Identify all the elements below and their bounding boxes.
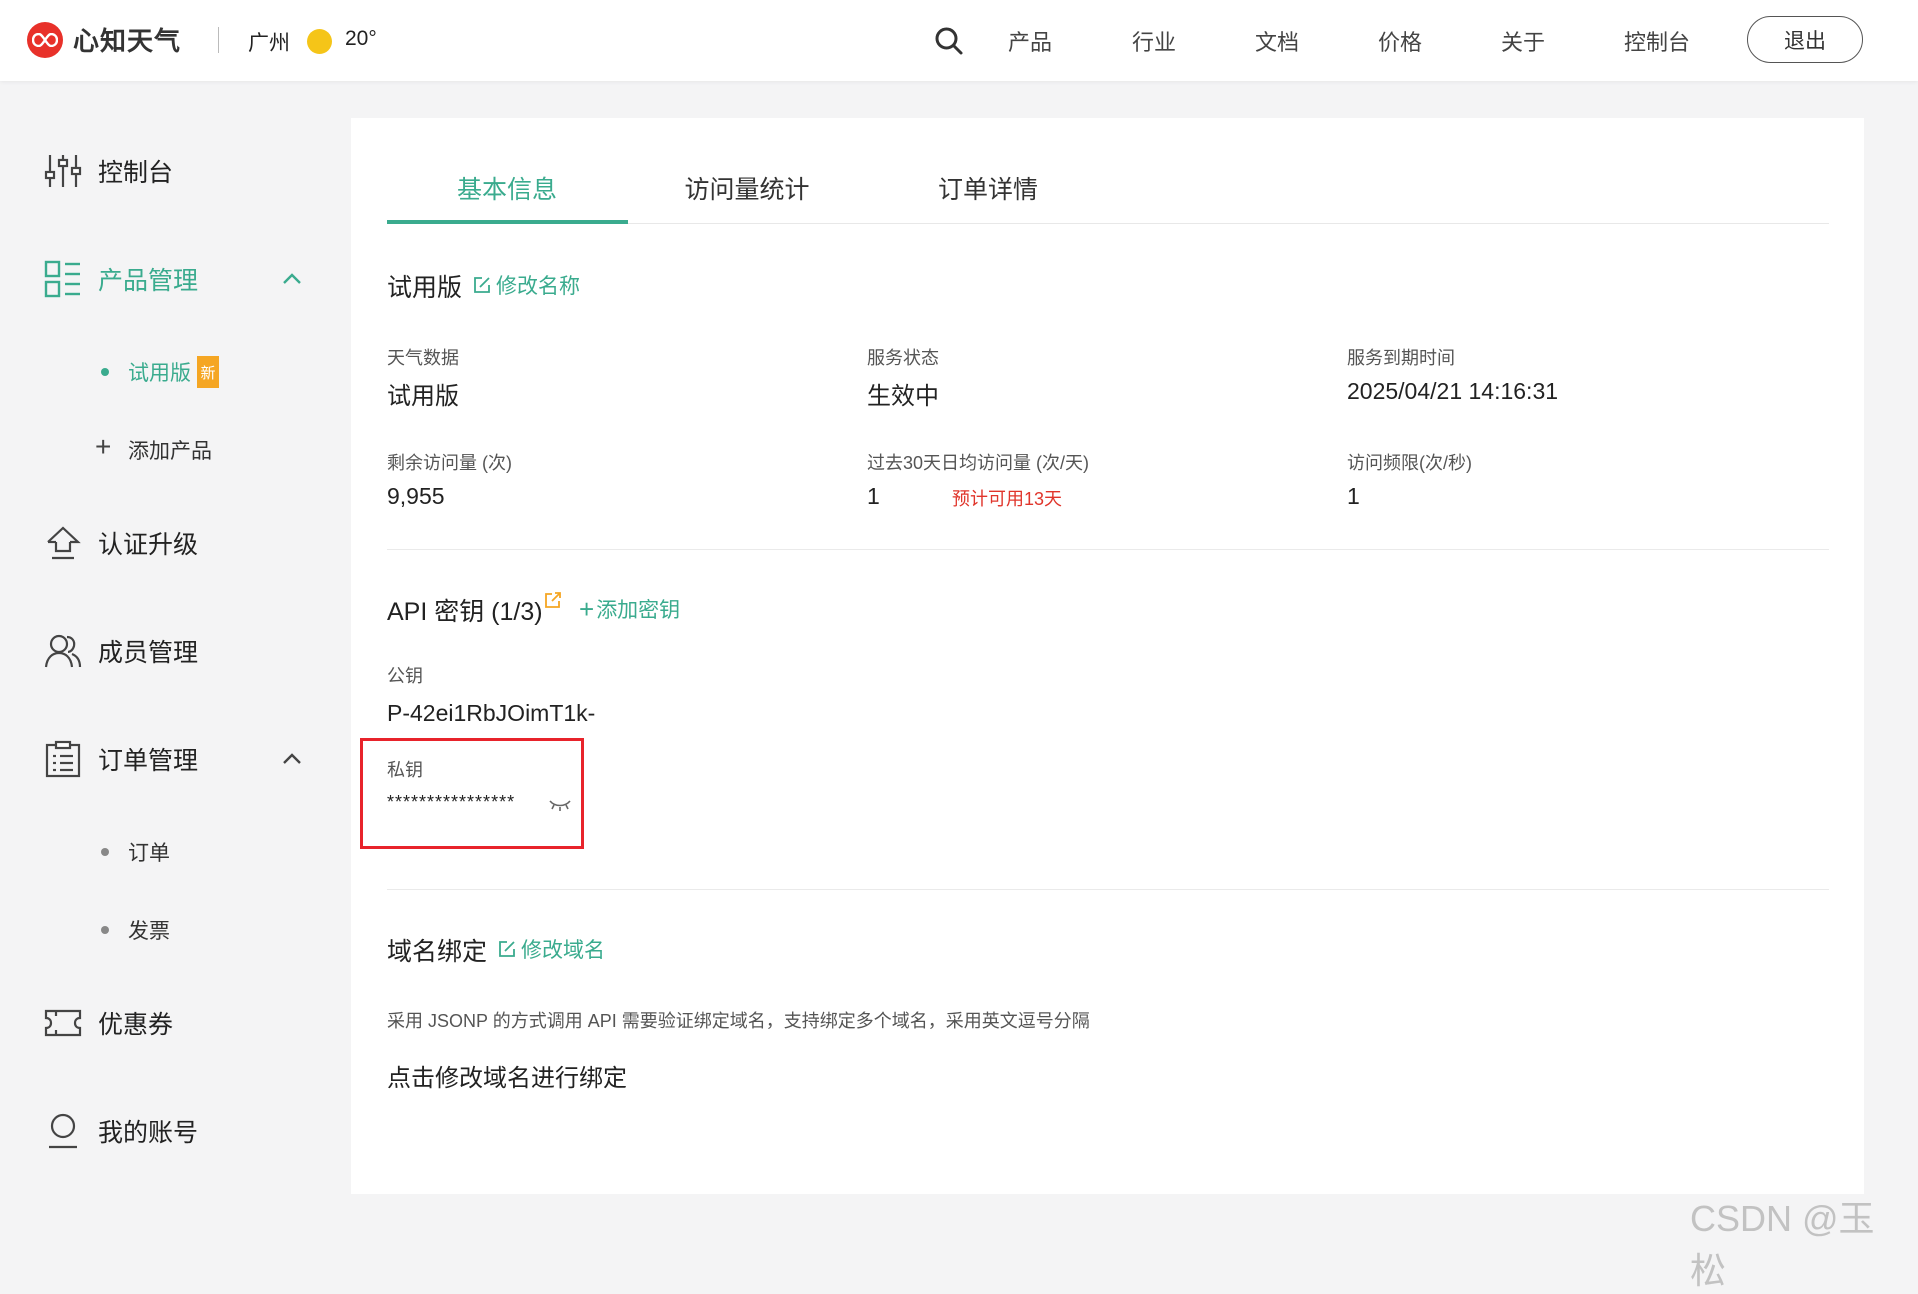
sidebar-subitem-label: 发票 xyxy=(128,920,170,943)
field-value: 试用版 xyxy=(387,383,459,410)
tab-bar: 基本信息 访问量统计 订单详情 xyxy=(387,158,1829,224)
brand[interactable]: 心知天气 xyxy=(27,21,181,58)
field-label: 过去30天日均访问量 (次/天) xyxy=(867,453,1090,473)
nav-industry[interactable]: 行业 xyxy=(1132,25,1176,57)
upload-icon xyxy=(47,526,81,560)
sidebar-item-members[interactable]: 成员管理 xyxy=(0,626,330,676)
rate-limit-value: 1 xyxy=(1347,483,1360,509)
rename-link-label: 修改名称 xyxy=(496,275,580,298)
domain-binding-title: 域名绑定 xyxy=(387,938,488,966)
brand-divider xyxy=(218,27,219,53)
field-label: 服务到期时间 xyxy=(1347,348,1455,368)
layout-grid-icon xyxy=(44,260,80,298)
logout-button[interactable]: 退出 xyxy=(1747,16,1863,63)
brand-name: 心知天气 xyxy=(73,26,182,56)
nav-pricing[interactable]: 价格 xyxy=(1378,25,1422,57)
sidebar-item-order-management[interactable]: 订单管理 xyxy=(0,734,330,784)
field-label: 服务状态 xyxy=(867,348,939,368)
service-status-value: 生效中 xyxy=(867,383,939,410)
domain-hint: 点击修改域名进行绑定 xyxy=(387,1065,627,1092)
bullet-dot xyxy=(101,926,109,934)
add-key-button[interactable]: + 添加密钥 xyxy=(579,594,680,624)
sidebar-subitem-label: 订单 xyxy=(128,842,170,865)
api-key-title: API 密钥 (1/3) xyxy=(387,598,543,626)
tab-basic-info[interactable]: 基本信息 xyxy=(387,170,627,206)
sidebar-subitem-invoices[interactable]: 发票 xyxy=(0,910,330,950)
remaining-calls-value: 9,955 xyxy=(387,483,445,509)
sidebar-item-label: 控制台 xyxy=(98,159,174,187)
estimated-days-note: 预计可用13天 xyxy=(952,489,1063,509)
divider xyxy=(387,549,1829,550)
sidebar-subitem-orders[interactable]: 订单 xyxy=(0,832,330,872)
main-panel: 基本信息 访问量统计 订单详情 试用版 修改名称 天气数据 试用版 服务状态 生… xyxy=(351,118,1864,1194)
new-badge: 新 xyxy=(197,356,219,388)
edit-domain-link[interactable]: 修改域名 xyxy=(497,934,605,964)
add-key-label: 添加密钥 xyxy=(596,599,681,622)
sidebar-subitem-label: 试用版 xyxy=(128,362,191,385)
expiry-time-value: 2025/04/21 14:16:31 xyxy=(1347,378,1559,404)
sidebar-item-label: 认证升级 xyxy=(98,531,199,559)
watermark: CSDN @玉 松 xyxy=(1690,1198,1875,1291)
chevron-up-icon[interactable] xyxy=(282,753,302,765)
sidebar-item-coupons[interactable]: 优惠券 xyxy=(0,998,330,1048)
sidebar-subitem-label: 添加产品 xyxy=(128,440,212,463)
brand-logo-icon xyxy=(27,21,63,58)
sidebar-subitem-add-product[interactable]: + 添加产品 xyxy=(0,430,330,470)
sidebar-item-label: 优惠券 xyxy=(98,1011,174,1039)
nav-products[interactable]: 产品 xyxy=(1008,25,1052,57)
domain-description: 采用 JSONP 的方式调用 API 需要验证绑定域名，支持绑定多个域名，采用英… xyxy=(387,1011,1090,1031)
active-tab-indicator xyxy=(387,220,628,224)
sidebar-item-label: 订单管理 xyxy=(98,747,199,775)
plus-icon: + xyxy=(95,431,112,462)
nav-console[interactable]: 控制台 xyxy=(1624,25,1690,57)
plan-title: 试用版 xyxy=(387,274,463,302)
tab-order-details[interactable]: 订单详情 xyxy=(868,170,1108,206)
nav-about[interactable]: 关于 xyxy=(1501,25,1545,57)
field-label: 访问频限(次/秒) xyxy=(1347,453,1472,473)
field-label: 剩余访问量 (次) xyxy=(387,453,512,473)
sunny-weather-icon xyxy=(307,29,332,54)
sliders-icon xyxy=(44,155,82,187)
ticket-icon xyxy=(44,1009,82,1037)
divider xyxy=(387,889,1829,890)
sidebar-item-label: 我的账号 xyxy=(98,1119,199,1147)
user-icon xyxy=(49,1113,77,1149)
edit-icon xyxy=(474,277,490,293)
users-icon xyxy=(44,634,82,668)
sidebar-item-label: 产品管理 xyxy=(98,267,199,295)
nav-docs[interactable]: 文档 xyxy=(1255,25,1299,57)
edit-icon xyxy=(499,941,515,957)
weather-city[interactable]: 广州 xyxy=(248,27,290,57)
public-key-label: 公钥 xyxy=(387,666,423,686)
bullet-dot xyxy=(101,368,109,376)
plus-icon: + xyxy=(579,594,595,624)
edit-domain-label: 修改域名 xyxy=(521,939,605,962)
sidebar-item-product-management[interactable]: 产品管理 xyxy=(0,254,330,304)
sidebar-item-my-account[interactable]: 我的账号 xyxy=(0,1106,330,1156)
sidebar-item-console[interactable]: 控制台 xyxy=(0,146,330,196)
clipboard-list-icon xyxy=(45,740,81,778)
sidebar-item-label: 成员管理 xyxy=(98,639,199,667)
top-navbar: 心知天气 广州 20° 产品 行业 文档 价格 关于 控制台 退出 xyxy=(0,0,1918,81)
search-icon[interactable] xyxy=(934,26,964,56)
weather-temperature: 20° xyxy=(345,27,377,50)
chevron-up-icon[interactable] xyxy=(282,273,302,285)
field-label: 天气数据 xyxy=(387,348,459,368)
rename-link[interactable]: 修改名称 xyxy=(472,270,580,300)
public-key-value[interactable]: P-42ei1RbJOimT1k- xyxy=(387,700,595,727)
sidebar-subitem-trial[interactable]: 试用版 新 xyxy=(0,352,330,392)
tab-traffic-stats[interactable]: 访问量统计 xyxy=(627,170,867,206)
bullet-dot xyxy=(101,848,109,856)
sidebar-item-verification[interactable]: 认证升级 xyxy=(0,518,330,568)
external-link-icon[interactable] xyxy=(544,591,562,609)
private-key-highlight-box xyxy=(360,738,584,849)
daily-average-value: 1 xyxy=(867,483,880,509)
